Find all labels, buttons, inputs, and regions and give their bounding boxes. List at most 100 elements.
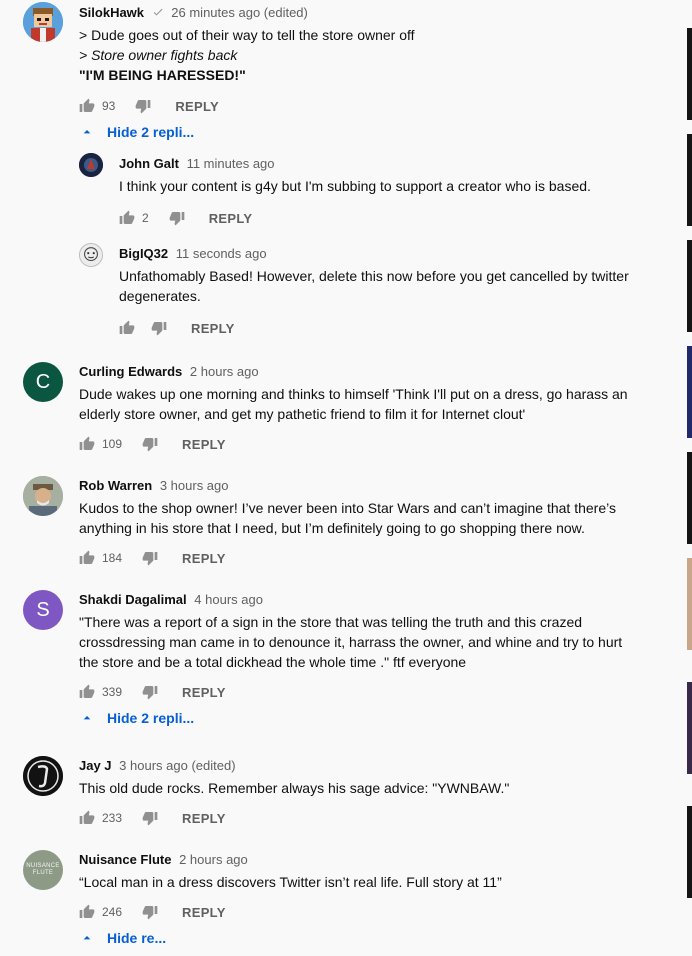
video-thumbnail[interactable] [687,240,692,332]
like-count: 109 [102,437,123,451]
author-name[interactable]: John Galt [119,156,179,171]
avatar-text: FLUTE [32,870,54,876]
thumbs-down-icon[interactable] [151,320,167,336]
reply-button[interactable]: REPLY [182,905,226,920]
hide-replies-button[interactable]: Hide re... [79,930,166,946]
comment-line: crossdressing man came in to denounce it… [79,634,623,650]
pixel-character-avatar-icon [23,2,63,42]
comment-timestamp[interactable]: 11 minutes ago [187,156,275,171]
avatar[interactable] [79,153,103,177]
hide-replies-label: Hide 2 repli... [107,124,195,140]
comment-header: Nuisance Flute 2 hours ago [79,852,248,867]
comment-text: Dude wakes up one morning and thinks to … [79,384,628,424]
author-name[interactable]: Rob Warren [79,478,152,493]
reply-button[interactable]: REPLY [191,321,235,336]
thumbs-down-icon[interactable] [142,810,158,826]
thumbs-up-icon[interactable] [79,550,95,566]
comment-timestamp[interactable]: 3 hours ago (edited) [119,758,235,773]
thumbs-down-icon[interactable] [169,210,185,226]
avatar-text: NUISANCE [26,863,60,869]
comment-text: “Local man in a dress discovers Twitter … [79,872,502,892]
hide-replies-label: Hide re... [107,930,167,946]
author-name[interactable]: Jay J [79,758,112,773]
thumbs-down-icon[interactable] [135,98,151,114]
meme-face-avatar-icon [80,244,102,266]
gothic-letter-avatar-icon [23,756,63,796]
video-thumbnail[interactable] [687,558,692,650]
comment-text: > Dude goes out of their way to tell the… [79,25,415,85]
video-thumbnail[interactable] [687,28,692,120]
comment-actions: 184 REPLY [79,546,226,570]
comment-actions: 93 REPLY [79,94,219,118]
thumbs-up-icon[interactable] [79,684,95,700]
avatar[interactable]: NUISANCE FLUTE [23,850,63,890]
video-thumbnail[interactable] [687,134,692,226]
comment-header: John Galt 11 minutes ago [119,156,275,171]
author-name[interactable]: Curling Edwards [79,364,182,379]
author-name[interactable]: BigIQ32 [119,246,168,261]
thumbs-up-icon[interactable] [119,320,135,336]
comment-actions: REPLY [119,316,235,340]
hide-replies-button[interactable]: Hide 2 repli... [79,124,194,140]
reply-button[interactable]: REPLY [182,811,226,826]
comment-timestamp[interactable]: 2 hours ago [190,364,259,379]
video-thumbnail[interactable] [687,806,692,898]
avatar[interactable] [23,476,63,516]
thumbs-down-icon[interactable] [142,550,158,566]
reply-button[interactable]: REPLY [182,685,226,700]
avatar[interactable]: C [23,362,63,402]
comment-line: Unfathomably Based! However, delete this… [119,268,629,284]
comment-text: "There was a report of a sign in the sto… [79,612,622,672]
like-count: 339 [102,685,123,699]
thumbs-up-icon[interactable] [79,904,95,920]
comment-actions: 233 REPLY [79,806,226,830]
comment-text: Kudos to the shop owner! I’ve never been… [79,498,616,538]
caret-up-icon [83,130,91,134]
comment-line: "There was a report of a sign in the sto… [79,614,583,630]
author-name[interactable]: Nuisance Flute [79,852,171,867]
comment-header: Shakdi Dagalimal 4 hours ago [79,592,263,607]
comment-timestamp[interactable]: 26 minutes ago (edited) [171,5,308,20]
comment-line: Dude wakes up one morning and thinks to … [79,386,628,402]
reply-button[interactable]: REPLY [182,437,226,452]
reply-button[interactable]: REPLY [209,211,253,226]
caret-up-icon [83,936,91,940]
avatar[interactable] [23,756,63,796]
avatar[interactable] [79,243,103,267]
comment-timestamp[interactable]: 4 hours ago [194,592,263,607]
thumbs-up-icon[interactable] [79,810,95,826]
comment-actions: 109 REPLY [79,432,226,456]
person-photo-avatar-icon [23,476,63,516]
avatar[interactable]: S [23,590,63,630]
avatar[interactable] [23,2,63,42]
thumbs-down-icon[interactable] [142,684,158,700]
reply-button[interactable]: REPLY [175,99,219,114]
comment-line: “Local man in a dress discovers Twitter … [79,874,502,890]
comment-actions: 2 REPLY [119,206,252,230]
dark-emblem-avatar-icon [79,153,103,177]
thumbs-down-icon[interactable] [142,436,158,452]
comment-actions: 339 REPLY [79,680,226,704]
author-name[interactable]: SilokHawk [79,5,144,20]
comment-header: Rob Warren 3 hours ago [79,478,229,493]
hide-replies-button[interactable]: Hide 2 repli... [79,710,194,726]
comment-line: This old dude rocks. Remember always his… [79,780,510,796]
hide-replies-label: Hide 2 repli... [107,710,195,726]
video-thumbnail[interactable] [687,452,692,544]
like-count: 2 [142,211,149,225]
video-thumbnail[interactable] [687,346,692,438]
author-name[interactable]: Shakdi Dagalimal [79,592,187,607]
video-thumbnail[interactable] [687,682,692,774]
comment-timestamp[interactable]: 3 hours ago [160,478,229,493]
comment-header: Curling Edwards 2 hours ago [79,364,259,379]
comment-line: degenerates. [119,288,201,304]
comment-line: > Store owner fights back [79,47,238,63]
reply-button[interactable]: REPLY [182,551,226,566]
comment-timestamp[interactable]: 2 hours ago [179,852,248,867]
thumbs-up-icon[interactable] [119,210,135,226]
thumbs-up-icon[interactable] [79,436,95,452]
thumbs-down-icon[interactable] [142,904,158,920]
sidebar-thumbnail-strip [684,0,692,956]
thumbs-up-icon[interactable] [79,98,95,114]
comment-timestamp[interactable]: 11 seconds ago [176,246,267,261]
